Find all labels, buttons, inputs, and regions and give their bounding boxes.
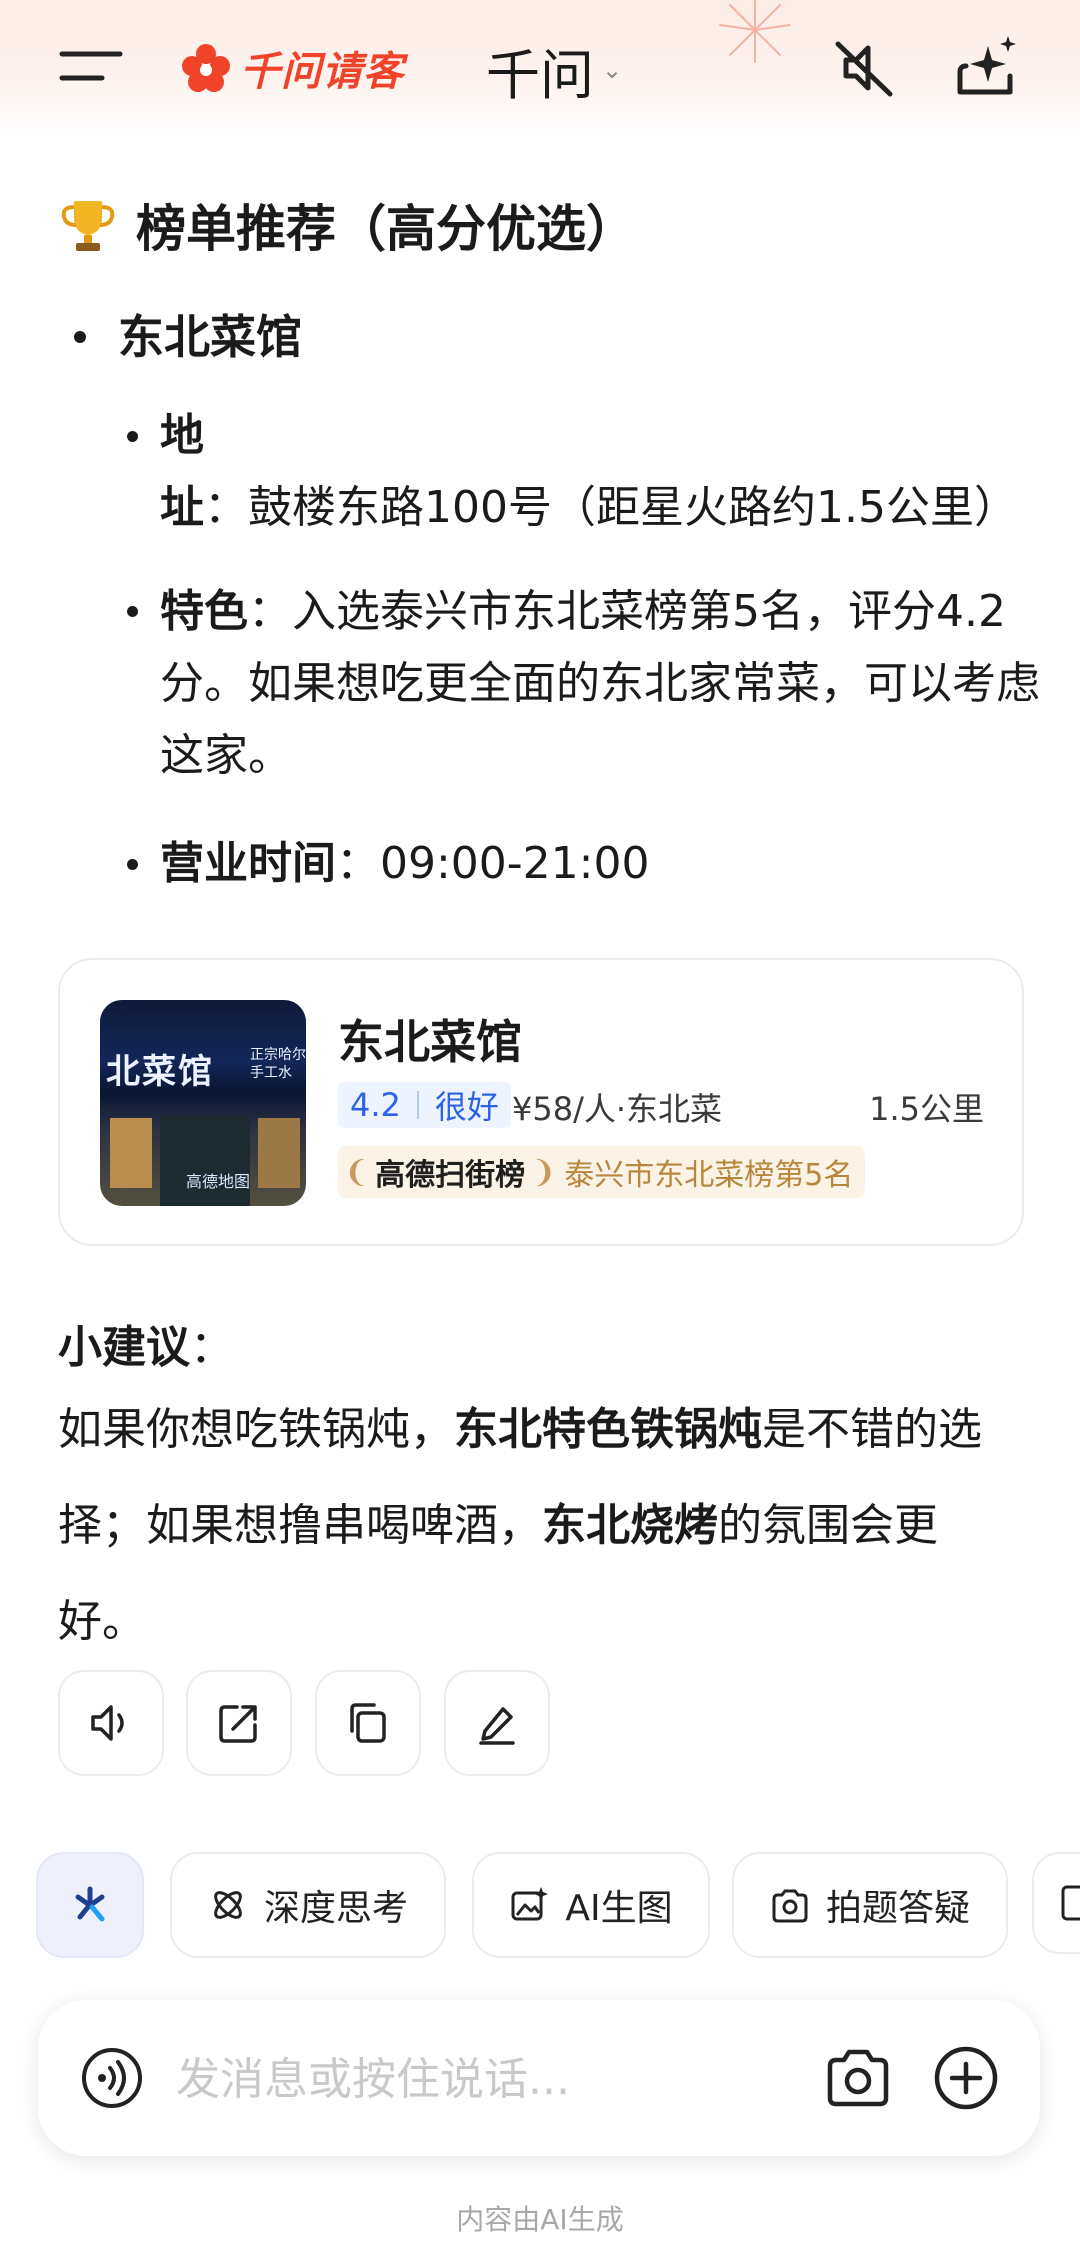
- sparkle-icon: [75, 1886, 105, 1922]
- document-icon: [1061, 1885, 1080, 1921]
- photo-sign-small-2: 手工水: [250, 1065, 292, 1081]
- deep-think-chip[interactable]: 深度思考: [170, 1852, 446, 1958]
- section-heading: 榜单推荐（高分优选）: [58, 190, 636, 260]
- firework-decoration: [719, 0, 791, 63]
- photo-watermark: 高德地图: [186, 1172, 251, 1191]
- photo-door: [160, 1116, 250, 1206]
- rating-badge: 4.2 很好: [338, 1082, 511, 1128]
- image-sparkle-icon: [509, 1885, 549, 1925]
- tip-label: 小建议：: [58, 1312, 234, 1384]
- brand-text: 千问请客: [240, 49, 404, 95]
- rating-divider: [416, 1091, 419, 1119]
- message-input-bar: [38, 2000, 1040, 2156]
- model-switcher[interactable]: 千问 ⌄: [486, 34, 623, 107]
- photo-sign-small-1: 正宗哈尔: [250, 1047, 306, 1063]
- photo-sign: 北菜馆: [106, 1052, 214, 1092]
- address-value: ：鼓楼东路100号（距星火路约1.5公里）: [204, 482, 1018, 533]
- chevron-down-icon: ⌄: [602, 56, 623, 84]
- tip-text-1: 如果你想吃铁锅炖，: [58, 1404, 454, 1455]
- distance: 1.5公里: [869, 1090, 984, 1128]
- feature-label: 特色: [160, 586, 248, 637]
- voice-wave-icon[interactable]: [80, 2046, 144, 2110]
- rating-level: 很好: [434, 1088, 499, 1126]
- card-title: 东北菜馆: [338, 1015, 522, 1069]
- mute-speaker-icon[interactable]: [832, 36, 896, 100]
- more-chip[interactable]: [1032, 1852, 1080, 1954]
- menu-button[interactable]: [58, 44, 124, 90]
- address-item: 地址：鼓楼东路100号（距星火路约1.5公里）: [160, 400, 1040, 544]
- address-label: 地址: [160, 410, 204, 533]
- laurel-right-icon: ❩: [531, 1154, 557, 1190]
- tip-body: 如果你想吃铁锅炖，东北特色铁锅炖是不错的选择；如果想撸串喝啤酒，东北烧烤的氛围会…: [58, 1382, 1018, 1670]
- feature-item: 特色：入选泰兴市东北菜榜第5名，评分4.2分。如果想吃更全面的东北家常菜，可以考…: [160, 576, 1040, 792]
- camera-question-icon: [770, 1885, 810, 1925]
- message-input[interactable]: [174, 2040, 718, 2118]
- edit-icon: [479, 1707, 515, 1745]
- restaurant-photo: 北菜馆 正宗哈尔 手工水 高德地图: [100, 1000, 306, 1206]
- new-chat-sparkle-icon[interactable]: [954, 32, 1022, 100]
- rank-text: 泰兴市东北菜榜第5名: [564, 1158, 854, 1193]
- feature-value: ：入选泰兴市东北菜榜第5名，评分4.2分。如果想吃更全面的东北家常菜，可以考虑这…: [160, 586, 1040, 781]
- bullet-dot: [127, 606, 138, 617]
- speaker-icon: [91, 1705, 124, 1741]
- laurel-left-icon: ❨: [344, 1154, 370, 1190]
- ai-disclaimer: 内容由AI生成: [456, 2203, 624, 2236]
- brand-logo: 千问请客: [180, 40, 404, 96]
- photo-qa-chip[interactable]: 拍题答疑: [732, 1852, 1008, 1958]
- atom-icon: [208, 1885, 248, 1925]
- section-title: 榜单推荐（高分优选）: [136, 200, 636, 258]
- hours-label: 营业时间: [160, 838, 336, 889]
- ai-image-label: AI生图: [565, 1888, 673, 1929]
- tip-bold-2: 东北烧烤: [542, 1500, 718, 1551]
- model-name: 千问: [486, 43, 594, 107]
- rank-badge: ❨ 高德扫街榜 ❩ 泰兴市东北菜榜第5名: [338, 1146, 866, 1198]
- tip-bold-1: 东北特色铁锅炖: [454, 1404, 762, 1455]
- sparkle-chip[interactable]: [36, 1852, 144, 1958]
- edit-button[interactable]: [444, 1670, 550, 1776]
- hours-item: 营业时间：09:00-21:00: [160, 828, 1040, 900]
- bullet-dot: [74, 331, 86, 343]
- copy-icon: [350, 1703, 386, 1743]
- read-aloud-button[interactable]: [58, 1670, 164, 1776]
- bullet-dot: [127, 431, 138, 442]
- photo-window: [258, 1118, 300, 1188]
- share-icon: [219, 1705, 257, 1743]
- hours-value: ：09:00-21:00: [336, 838, 650, 889]
- rank-brand: 高德扫街榜: [375, 1158, 526, 1193]
- camera-icon[interactable]: [824, 2044, 892, 2112]
- bullet-dot: [127, 859, 138, 870]
- top-bar: 千问请客 千问 ⌄: [0, 0, 1080, 140]
- deep-think-label: 深度思考: [263, 1888, 408, 1929]
- restaurant-card[interactable]: 北菜馆 正宗哈尔 手工水 高德地图 东北菜馆 4.2 很好 ¥58/人·东北菜 …: [58, 958, 1024, 1246]
- quick-actions-bar: 深度思考 AI生图 拍题答疑: [0, 1852, 1080, 1960]
- photo-window: [110, 1118, 152, 1188]
- brand-flower-icon: [182, 44, 230, 92]
- restaurant-name: 东北菜馆: [118, 310, 302, 364]
- tip-label-text: 小建议: [58, 1322, 190, 1373]
- ai-image-chip[interactable]: AI生图: [472, 1852, 710, 1958]
- add-plus-icon[interactable]: [932, 2044, 1000, 2112]
- tip-label-colon: ：: [190, 1322, 234, 1373]
- photo-sign-small: 正宗哈尔 手工水: [250, 1046, 306, 1082]
- photo-qa-label: 拍题答疑: [825, 1888, 970, 1929]
- price-cuisine: ¥58/人·东北菜: [512, 1090, 723, 1128]
- share-button[interactable]: [186, 1670, 292, 1776]
- rating-score: 4.2: [350, 1086, 401, 1124]
- trophy-icon: [61, 201, 115, 251]
- copy-button[interactable]: [315, 1670, 421, 1776]
